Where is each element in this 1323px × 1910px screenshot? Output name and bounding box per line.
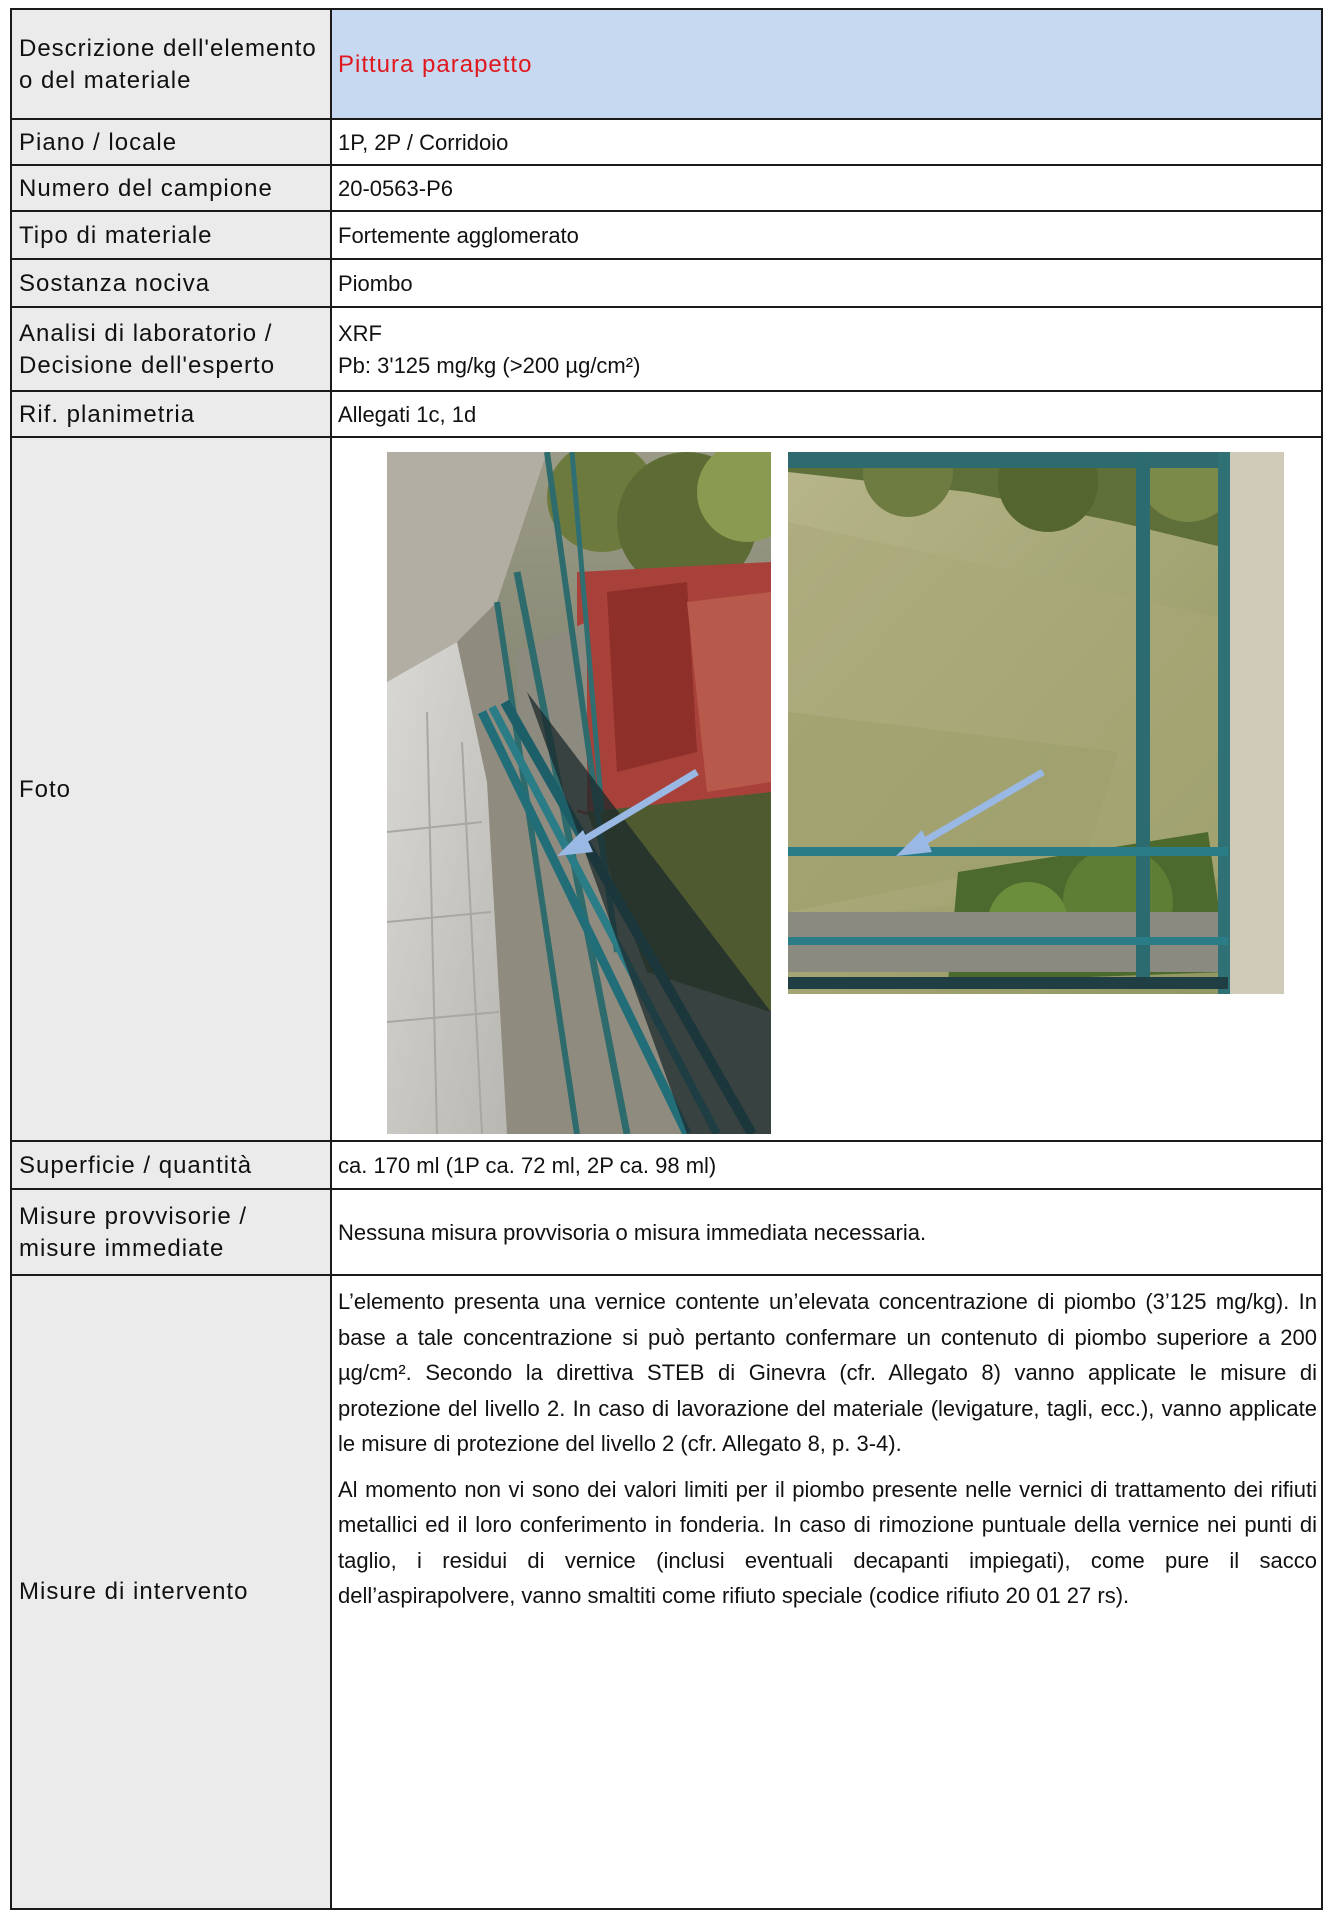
- label-sostanza: Sostanza nociva: [12, 260, 332, 308]
- analysis-method: XRF: [338, 321, 382, 346]
- row-misure-intervento: Misure di intervento L’elemento presenta…: [10, 1274, 1323, 1910]
- value-misure-provvisorie: Nessuna misura provvisoria o misura imme…: [332, 1190, 1323, 1276]
- label-superficie: Superficie / quantità: [12, 1142, 332, 1190]
- row-piano: Piano / locale 1P, 2P / Corridoio: [10, 118, 1323, 166]
- row-numero: Numero del campione 20-0563-P6: [10, 164, 1323, 212]
- photo-window-slope: [788, 452, 1284, 994]
- value-foto: [332, 438, 1323, 1142]
- sample-sheet: Descrizione dell'elemento o del material…: [0, 0, 1323, 1910]
- analysis-result: Pb: 3'125 mg/kg (>200 µg/cm²): [338, 353, 641, 378]
- label-descrizione: Descrizione dell'elemento o del material…: [12, 10, 332, 120]
- value-analisi: XRF Pb: 3'125 mg/kg (>200 µg/cm²): [332, 308, 1323, 392]
- label-analisi: Analisi di laboratorio / Decisione dell'…: [12, 308, 332, 392]
- element-title: Pittura parapetto: [338, 51, 533, 78]
- label-numero: Numero del campione: [12, 166, 332, 212]
- row-sostanza: Sostanza nociva Piombo: [10, 258, 1323, 308]
- label-misure-intervento: Misure di intervento: [12, 1276, 332, 1908]
- value-tipo: Fortemente agglomerato: [332, 212, 1323, 260]
- value-sostanza: Piombo: [332, 260, 1323, 308]
- value-superficie: ca. 170 ml (1P ca. 72 ml, 2P ca. 98 ml): [332, 1142, 1323, 1190]
- row-tipo: Tipo di materiale Fortemente agglomerato: [10, 210, 1323, 260]
- row-rif: Rif. planimetria Allegati 1c, 1d: [10, 390, 1323, 438]
- value-misure-intervento: L’elemento presenta una vernice contente…: [332, 1276, 1323, 1908]
- value-piano: 1P, 2P / Corridoio: [332, 120, 1323, 166]
- row-misure-provvisorie: Misure provvisorie / misure immediate Ne…: [10, 1188, 1323, 1276]
- row-analisi: Analisi di laboratorio / Decisione dell'…: [10, 306, 1323, 392]
- row-superficie: Superficie / quantità ca. 170 ml (1P ca.…: [10, 1140, 1323, 1190]
- label-foto: Foto: [12, 438, 332, 1142]
- value-descrizione: Pittura parapetto: [332, 10, 1323, 120]
- row-descrizione: Descrizione dell'elemento o del material…: [10, 8, 1323, 120]
- row-foto: Foto: [10, 436, 1323, 1142]
- label-piano: Piano / locale: [12, 120, 332, 166]
- intervention-paragraph-2: Al momento non vi sono dei valori limiti…: [338, 1476, 1317, 1609]
- label-misure-provvisorie: Misure provvisorie / misure immediate: [12, 1190, 332, 1276]
- intervention-paragraph-1: L’elemento presenta una vernice contente…: [338, 1289, 1317, 1456]
- photo-corridor: [387, 452, 771, 1134]
- value-numero: 20-0563-P6: [332, 166, 1323, 212]
- label-rif: Rif. planimetria: [12, 392, 332, 438]
- label-tipo: Tipo di materiale: [12, 212, 332, 260]
- value-rif: Allegati 1c, 1d: [332, 392, 1323, 438]
